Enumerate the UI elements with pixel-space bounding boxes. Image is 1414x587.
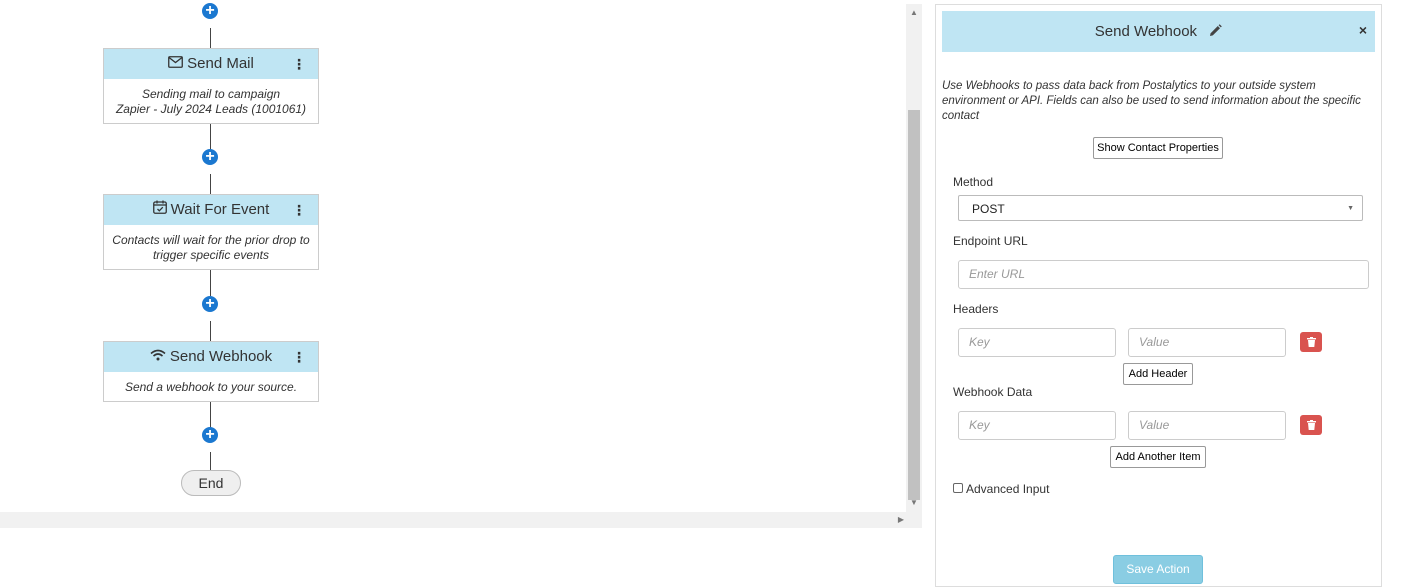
method-label: Method <box>953 175 994 189</box>
endpoint-url-label: Endpoint URL <box>953 234 1028 248</box>
flow-node-send-webhook[interactable]: Send Webhook ⋮ Send a webhook to your so… <box>103 341 319 402</box>
flow-node-send-mail[interactable]: Send Mail ⋮ Sending mail to campaign Zap… <box>103 48 319 124</box>
node-header: Wait For Event ⋮ <box>104 195 318 225</box>
connector-line <box>210 124 211 150</box>
add-step-plus-icon[interactable]: + <box>202 296 218 312</box>
scroll-right-icon[interactable]: ▶ <box>898 512 904 528</box>
calendar-check-icon <box>152 195 167 225</box>
add-another-item-button[interactable]: Add Another Item <box>1110 446 1206 468</box>
method-select[interactable]: POST ▼ <box>958 195 1363 221</box>
flow-node-wait-for-event[interactable]: Wait For Event ⋮ Contacts will wait for … <box>103 194 319 270</box>
node-body-line: Contacts will wait for the prior drop to <box>112 233 310 247</box>
connector-line <box>210 402 211 428</box>
wifi-icon <box>150 342 166 372</box>
advanced-input-label: Advanced Input <box>966 482 1050 496</box>
node-body-line: Zapier - July 2024 Leads (1001061) <box>115 102 307 116</box>
connector-line <box>210 270 211 296</box>
node-title: Send Mail <box>187 55 254 72</box>
method-value: POST <box>972 202 1005 216</box>
add-step-plus-icon[interactable]: + <box>202 427 218 443</box>
panel-header: Send Webhook × <box>942 11 1375 52</box>
flow-canvas: + Send Mail ⋮ Sending mail to campaign Z… <box>0 0 922 528</box>
panel-title: Send Webhook <box>1094 23 1198 40</box>
kebab-menu-icon[interactable]: ⋮ <box>292 195 306 225</box>
node-body: Send a webhook to your source. <box>104 372 318 403</box>
node-header: Send Mail ⋮ <box>104 49 318 79</box>
save-action-button[interactable]: Save Action <box>1113 555 1203 584</box>
add-header-button[interactable]: Add Header <box>1123 363 1193 385</box>
scroll-down-icon[interactable]: ▼ <box>906 496 922 510</box>
advanced-input-checkbox[interactable] <box>953 483 963 493</box>
connector-line <box>210 28 211 48</box>
connector-line <box>210 174 211 194</box>
node-body-line: trigger specific events <box>152 248 270 262</box>
header-key-input[interactable]: Key <box>958 328 1116 357</box>
header-value-input[interactable]: Value <box>1128 328 1286 357</box>
node-body-line: Sending mail to campaign <box>141 87 281 101</box>
trash-icon[interactable] <box>1300 415 1322 435</box>
horizontal-scrollbar[interactable]: ▶ <box>0 512 922 528</box>
scrollbar-thumb[interactable] <box>908 110 920 500</box>
vertical-scrollbar[interactable]: ▲ ▼ <box>906 4 922 512</box>
panel-title-wrap: Send Webhook <box>942 23 1375 41</box>
scroll-up-icon[interactable]: ▲ <box>906 6 922 20</box>
show-contact-properties-button[interactable]: Show Contact Properties <box>1093 137 1223 159</box>
chevron-down-icon: ▼ <box>1347 205 1354 212</box>
data-value-input[interactable]: Value <box>1128 411 1286 440</box>
endpoint-url-input[interactable]: Enter URL <box>958 260 1369 289</box>
node-header: Send Webhook ⋮ <box>104 342 318 372</box>
envelope-icon <box>168 49 184 79</box>
node-title: Send Webhook <box>169 348 273 365</box>
node-body-line: Send a webhook to your source. <box>124 380 298 394</box>
kebab-menu-icon[interactable]: ⋮ <box>292 49 306 79</box>
end-node: End <box>181 470 241 496</box>
add-step-plus-icon[interactable]: + <box>202 149 218 165</box>
pencil-icon[interactable] <box>1209 23 1223 41</box>
add-step-plus-icon[interactable]: + <box>202 3 218 19</box>
kebab-menu-icon[interactable]: ⋮ <box>292 342 306 372</box>
panel-description: Use Webhooks to pass data back from Post… <box>942 80 1361 122</box>
node-body: Sending mail to campaign Zapier - July 2… <box>104 79 318 125</box>
node-title: Wait For Event <box>170 201 270 218</box>
close-icon[interactable]: × <box>1359 22 1367 38</box>
trash-icon[interactable] <box>1300 332 1322 352</box>
headers-label: Headers <box>953 302 999 316</box>
connector-line <box>210 452 211 470</box>
webhook-data-label: Webhook Data <box>953 385 1033 399</box>
data-key-input[interactable]: Key <box>958 411 1116 440</box>
node-body: Contacts will wait for the prior drop to… <box>104 225 318 271</box>
connector-line <box>210 321 211 341</box>
